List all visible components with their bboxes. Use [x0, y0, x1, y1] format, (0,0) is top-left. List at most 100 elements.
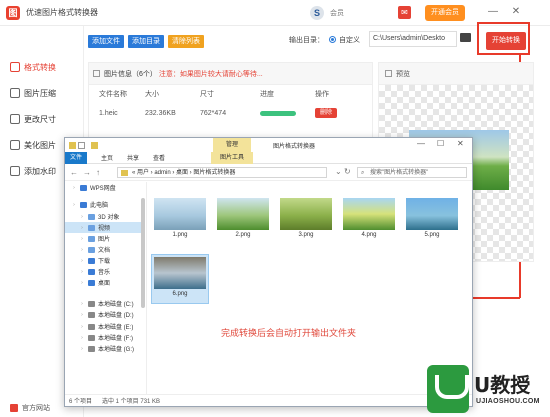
- file-name: 6.png: [172, 291, 188, 297]
- column-header: 尺寸: [200, 91, 214, 98]
- ribbon-tab[interactable]: 共享: [127, 153, 139, 162]
- tree-item[interactable]: › 此电脑: [65, 199, 145, 210]
- watermark-logo: U教授 UJIAOSHOU.COM: [422, 365, 550, 417]
- chevron-right-icon[interactable]: ›: [71, 185, 77, 191]
- tree-item-label: 本地磁盘 (D:): [98, 313, 134, 319]
- notice-text: 注意：如果图片较大请耐心等待...: [158, 70, 263, 78]
- file-dimensions: 762*474: [200, 109, 227, 117]
- tree-scrollbar[interactable]: [141, 198, 145, 308]
- chevron-right-icon[interactable]: ›: [79, 312, 85, 318]
- chevron-right-icon[interactable]: ›: [79, 335, 85, 341]
- tree-item[interactable]: › 音乐: [65, 266, 145, 277]
- progress-bar: [260, 110, 296, 116]
- tree-item[interactable]: › 本地磁盘 (G:): [65, 343, 145, 354]
- address-bar[interactable]: « 用户 › admin › 桌面 › 图片格式转换器: [117, 167, 327, 178]
- column-headers: 文件名称 大小 尺寸 进度 操作: [89, 85, 372, 103]
- file-item[interactable]: 1.png: [151, 196, 209, 246]
- image-thumbnail: [406, 198, 458, 230]
- watermark-url: UJIAOSHOU.COM: [476, 398, 540, 405]
- ribbon-tab[interactable]: 文件: [65, 151, 87, 164]
- file-name: 4.png: [361, 232, 377, 238]
- chevron-right-icon[interactable]: ›: [79, 225, 85, 231]
- column-header: 进度: [260, 91, 274, 98]
- file-item[interactable]: 5.png: [403, 196, 461, 246]
- chevron-right-icon[interactable]: ›: [71, 202, 77, 208]
- back-arrow-icon[interactable]: ←: [70, 168, 78, 177]
- chevron-right-icon[interactable]: ›: [79, 236, 85, 242]
- search-icon: ⌕: [361, 170, 365, 176]
- tree-item[interactable]: › 桌面: [65, 277, 145, 288]
- tree-item-label: 3D 对象: [98, 215, 120, 221]
- column-header: 大小: [145, 91, 159, 98]
- tree-item[interactable]: › 本地磁盘 (D:): [65, 309, 145, 320]
- ribbon: 图片工具 文件 主页 共享 查看: [65, 151, 472, 164]
- ribbon-tab[interactable]: 查看: [153, 153, 165, 162]
- close-button[interactable]: ✕: [457, 139, 464, 148]
- chevron-right-icon[interactable]: ›: [79, 214, 85, 220]
- folder-icon: [88, 246, 95, 253]
- ribbon-tab[interactable]: 主页: [101, 153, 113, 162]
- chevron-right-icon[interactable]: ›: [79, 247, 85, 253]
- tree-item-label: WPS网盘: [90, 186, 116, 192]
- image-thumbnail: [343, 198, 395, 230]
- file-item[interactable]: 2.png: [214, 196, 272, 246]
- tree-item[interactable]: › 文档: [65, 244, 145, 255]
- app-window: 图 优速图片格式转换器 S 会员 ✉ 开通会员 — ✕ 格式转换 图片压缩 更改尺寸…: [0, 0, 550, 417]
- address-row: ← → ↑ « 用户 › admin › 桌面 › 图片格式转换器 ⌄ ↻ ⌕ …: [65, 164, 472, 181]
- tree-item[interactable]: › 3D 对象: [65, 211, 145, 222]
- picture-tools-tab[interactable]: 图片工具: [211, 152, 253, 164]
- watermark-brand: U教授: [474, 373, 531, 397]
- tree-item[interactable]: › 本地磁盘 (F:): [65, 332, 145, 343]
- folder-icon: [80, 184, 87, 191]
- tree-item-label: 音乐: [98, 270, 111, 276]
- tree-item[interactable]: › 图片: [65, 233, 145, 244]
- file-item[interactable]: 4.png: [340, 196, 398, 246]
- tree-item-label: 本地磁盘 (G:): [98, 347, 134, 353]
- delete-button[interactable]: 删除: [315, 108, 337, 118]
- chevron-right-icon[interactable]: ›: [79, 301, 85, 307]
- column-header: 文件名称: [99, 91, 127, 98]
- file-name: 3.png: [298, 232, 314, 238]
- checkbox-icon[interactable]: [78, 141, 85, 149]
- image-icon: [385, 70, 392, 77]
- chevron-right-icon[interactable]: ›: [79, 324, 85, 330]
- manage-tab[interactable]: 管理: [213, 138, 251, 152]
- search-placeholder: 搜索"图片格式转换器": [370, 170, 429, 176]
- folder-icon: [88, 300, 95, 307]
- chevron-down-icon[interactable]: ⌄: [335, 167, 342, 176]
- chevron-right-icon[interactable]: ›: [79, 258, 85, 264]
- file-item[interactable]: 3.png: [277, 196, 335, 246]
- explorer-title: 图片格式转换器: [273, 144, 316, 150]
- folder-icon: [88, 268, 95, 275]
- file-size: 232.36KB: [145, 109, 176, 117]
- forward-arrow-icon[interactable]: →: [83, 168, 91, 177]
- minimize-button[interactable]: —: [417, 139, 425, 148]
- column-header: 操作: [315, 91, 329, 98]
- tree-item[interactable]: › 下载: [65, 255, 145, 266]
- file-count-label: 图片信息（6个）: [104, 70, 157, 78]
- up-arrow-icon[interactable]: ↑: [96, 168, 100, 177]
- refresh-icon[interactable]: ↻: [344, 167, 351, 176]
- chevron-right-icon[interactable]: ›: [79, 269, 85, 275]
- address-text: « 用户 › admin › 桌面 › 图片格式转换器: [132, 170, 236, 176]
- complete-message: 完成转换后会自动打开输出文件夹: [221, 328, 357, 338]
- chevron-right-icon[interactable]: ›: [79, 346, 85, 352]
- maximize-button[interactable]: ☐: [437, 139, 444, 148]
- progress-cell: [260, 110, 315, 116]
- tree-item[interactable]: › 视频: [65, 222, 145, 233]
- tree-item[interactable]: › 本地磁盘 (E:): [65, 321, 145, 332]
- tree-item[interactable]: › WPS网盘: [65, 182, 145, 193]
- nav-tree: › WPS网盘 › 此电脑 › 3D 对象 › 视频 › 图片 › 文档 › 下载 › 音乐 › 桌面 › 本地磁盘 …: [65, 182, 147, 394]
- folder-icon: [88, 213, 95, 220]
- tree-item-label: 本地磁盘 (C:): [98, 302, 134, 308]
- tree-item-label: 文档: [98, 248, 111, 254]
- file-item[interactable]: 6.png: [151, 254, 209, 304]
- tree-item-label: 图片: [98, 237, 111, 243]
- file-name: 1.png: [172, 232, 188, 238]
- status-bar: 6 个项目 选中 1 个项目 731 KB: [65, 394, 472, 406]
- chevron-right-icon[interactable]: ›: [79, 280, 85, 286]
- tree-item[interactable]: › 本地磁盘 (C:): [65, 298, 145, 309]
- explorer-title-bar: 管理 图片格式转换器 — ☐ ✕: [65, 138, 472, 152]
- preview-title: 预览: [396, 70, 410, 78]
- search-input[interactable]: ⌕ 搜索"图片格式转换器": [357, 167, 467, 178]
